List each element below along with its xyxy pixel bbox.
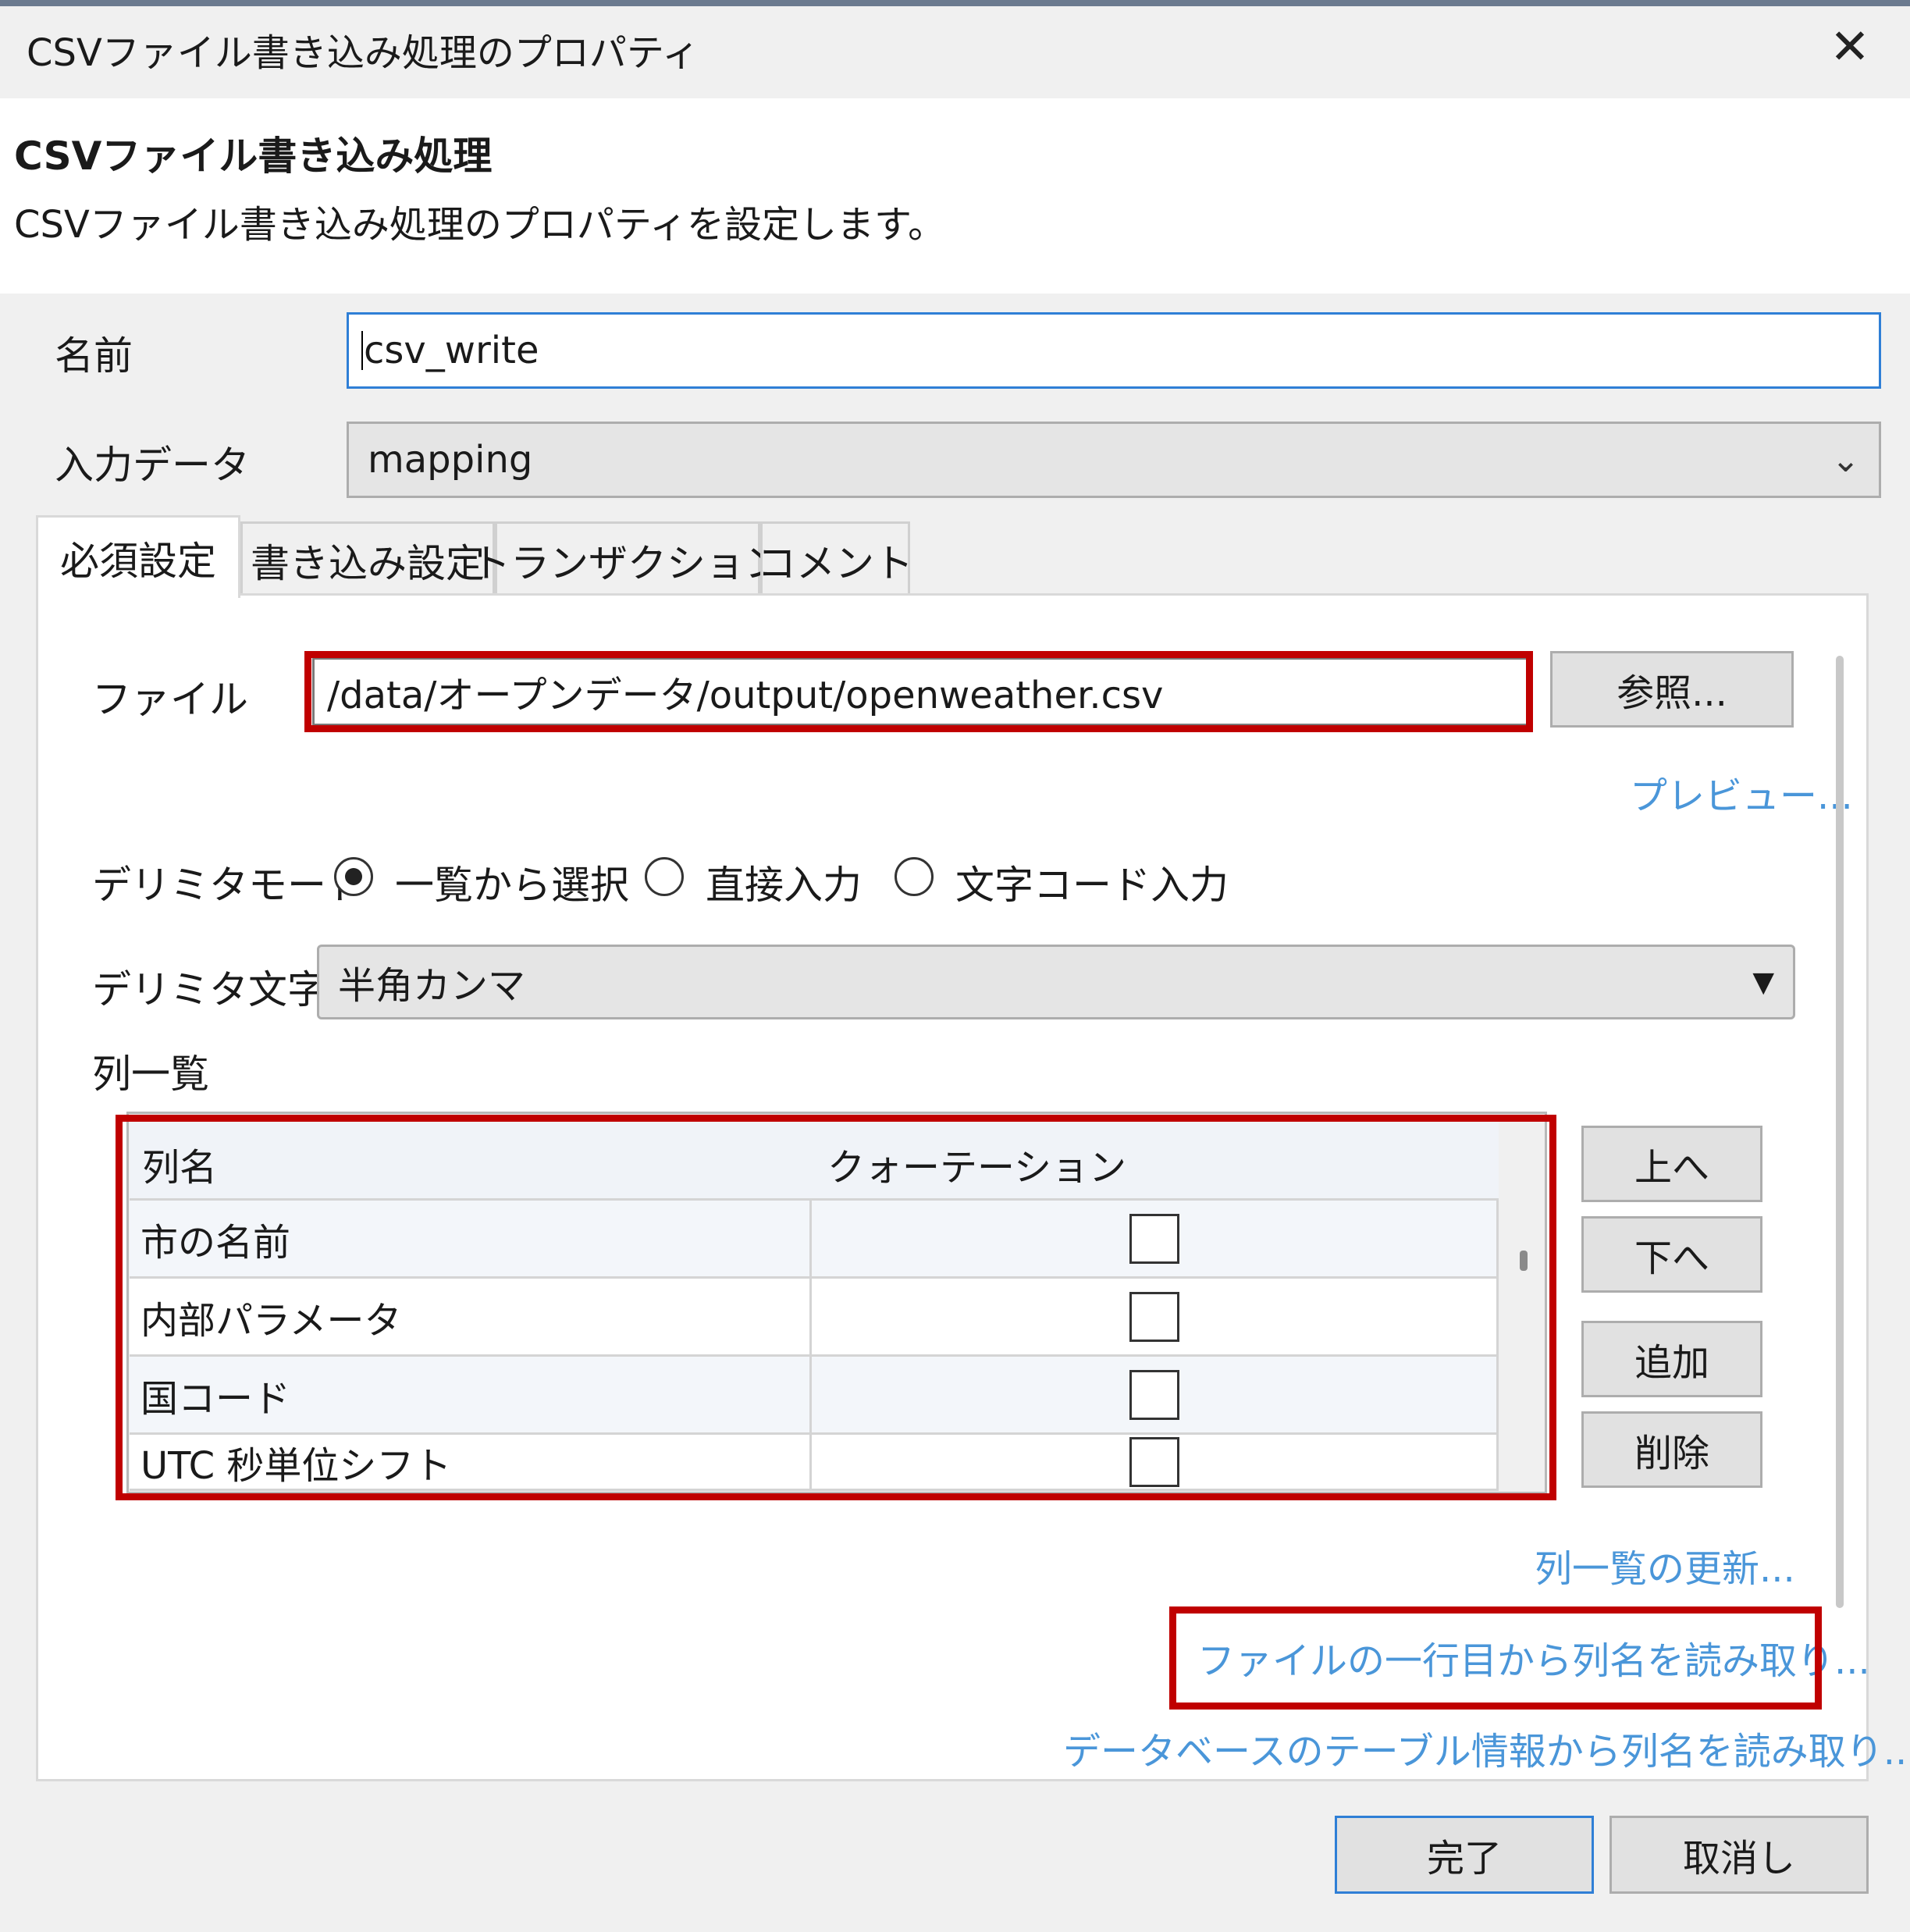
radio-charcode-input[interactable]	[895, 857, 934, 896]
file-label: ファイル	[92, 677, 248, 722]
highlight-box-file	[304, 651, 1533, 732]
tab-write-settings[interactable]: 書き込み設定	[240, 521, 495, 596]
move-down-button-label: 下へ	[1634, 1236, 1709, 1280]
radio-direct-input[interactable]	[645, 857, 684, 896]
refresh-column-list-link[interactable]: 列一覧の更新...	[1535, 1538, 1795, 1592]
delimiter-char-select[interactable]: 半角カンマ ▼	[317, 945, 1795, 1019]
read-db-table-link[interactable]: データベースのテーブル情報から列名を読み取り...	[1063, 1720, 1910, 1775]
delimiter-char-value: 半角カンマ	[338, 964, 526, 1008]
window-top-edge	[0, 0, 1910, 6]
highlight-box-table	[116, 1115, 1556, 1500]
close-icon[interactable]: ✕	[1819, 16, 1881, 78]
tab-write-settings-label: 書き込み設定	[251, 540, 485, 586]
name-label: 名前	[55, 333, 133, 379]
move-up-button-label: 上へ	[1634, 1146, 1709, 1190]
tab-required-label: 必須設定	[60, 538, 216, 584]
cancel-button-label: 取消し	[1682, 1837, 1795, 1880]
ok-button-label: 完了	[1426, 1837, 1502, 1880]
ok-button[interactable]: 完了	[1335, 1816, 1594, 1894]
add-button[interactable]: 追加	[1581, 1321, 1762, 1397]
tab-transaction[interactable]: トランザクション	[471, 521, 784, 596]
browse-button-label: 参照...	[1617, 671, 1727, 715]
window-title: CSVファイル書き込み処理のプロパティ	[27, 31, 699, 75]
tab-transaction-label: トランザクション	[471, 540, 784, 586]
delete-button-label: 削除	[1634, 1432, 1709, 1475]
header-description: CSVファイル書き込み処理のプロパティを設定します。	[14, 203, 946, 247]
column-list-label: 列一覧	[92, 1051, 209, 1097]
input-data-select[interactable]: mapping ⌄	[347, 422, 1881, 498]
move-up-button[interactable]: 上へ	[1581, 1126, 1762, 1202]
panel-scrollbar[interactable]	[1836, 656, 1844, 1608]
tab-required[interactable]: 必須設定	[36, 515, 240, 598]
input-data-value: mapping	[368, 438, 533, 482]
dropdown-arrow-icon: ▼	[1752, 966, 1774, 998]
move-down-button[interactable]: 下へ	[1581, 1216, 1762, 1293]
cancel-button[interactable]: 取消し	[1609, 1816, 1869, 1894]
preview-link[interactable]: プレビュー...	[1630, 765, 1853, 820]
text-caret	[361, 331, 363, 370]
radio-direct-input-label: 直接入力	[706, 863, 862, 908]
input-data-label: 入力データ	[55, 443, 250, 488]
tab-comment-label: コメント	[757, 540, 913, 586]
delimiter-char-label: デリミタ文字	[92, 967, 326, 1012]
radio-selected-dot	[345, 868, 362, 885]
tab-comment[interactable]: コメント	[757, 521, 913, 596]
radio-select-from-list-label: 一覧から選択	[395, 863, 629, 908]
delimiter-mode-label: デリミタモード	[92, 863, 365, 908]
name-input-value: csv_write	[364, 329, 539, 372]
add-button-label: 追加	[1634, 1341, 1709, 1385]
chevron-down-icon: ⌄	[1831, 439, 1860, 480]
delete-button[interactable]: 削除	[1581, 1411, 1762, 1488]
browse-button[interactable]: 参照...	[1550, 651, 1794, 728]
radio-select-from-list[interactable]	[334, 857, 373, 896]
header-title: CSVファイル書き込み処理	[14, 133, 493, 179]
name-input[interactable]: csv_write	[347, 312, 1881, 389]
highlight-box-link	[1169, 1606, 1822, 1710]
radio-charcode-input-label: 文字コード入力	[955, 863, 1229, 908]
